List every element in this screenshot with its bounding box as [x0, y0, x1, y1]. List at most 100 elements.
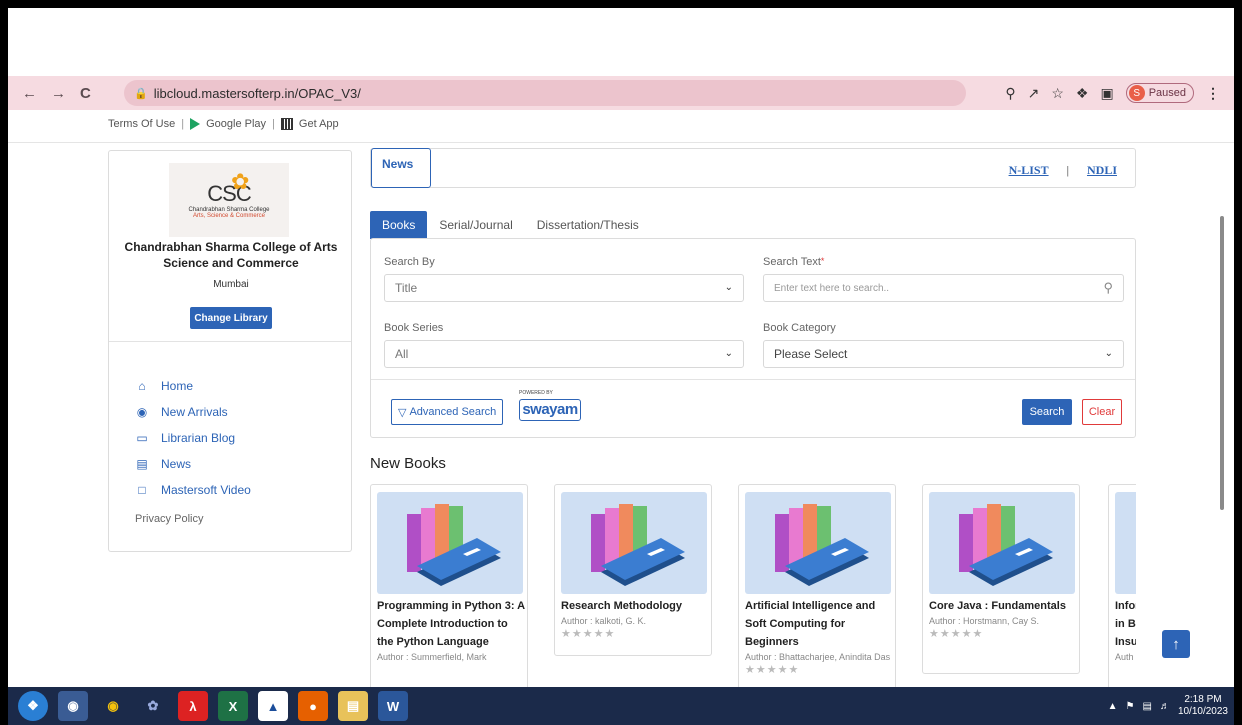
home-icon: ⌂ [138, 379, 146, 393]
news-bar: News N-LIST | NDLI [370, 148, 1136, 188]
book-title[interactable]: Core Java : Fundamentals [929, 597, 1079, 615]
divider: | [272, 118, 275, 130]
menu-kebab-icon[interactable]: ⋮ [1206, 85, 1220, 102]
sidebar-item-news[interactable]: ▤ News [135, 451, 251, 477]
sidebar-item-home[interactable]: ⌂ Home [135, 373, 251, 399]
book-title[interactable]: Information in B Insu [1115, 597, 1136, 651]
avatar: S [1128, 85, 1145, 101]
search-by-select[interactable]: Title ⌄ [384, 274, 744, 302]
privacy-policy-link[interactable]: Privacy Policy [135, 513, 203, 525]
system-tray: ▲ ⚑ ▤ ♬ 2:18 PM 10/10/2023 [1108, 687, 1228, 725]
swayam-logo[interactable]: POWERED BY swayam [517, 389, 583, 425]
profile-status: Paused [1148, 87, 1186, 99]
book-card[interactable]: Research Methodology Author : kalkoti, G… [554, 484, 712, 656]
chevron-down-icon: ⌄ [724, 282, 733, 293]
change-library-button[interactable]: Change Library [190, 307, 272, 329]
windows-taskbar: ❖ ◉ ◉ ✿ λ X ▲ ● ▤ W ▲ ⚑ ▤ ♬ 2:18 PM 10/1… [8, 687, 1234, 725]
address-bar[interactable]: 🔒 libcloud.mastersofterp.in/OPAC_V3/ [124, 80, 966, 106]
tab-serial-journal[interactable]: Serial/Journal [427, 211, 524, 239]
search-text-label: Search Text* [763, 256, 824, 268]
search-tabs: Books Serial/Journal Dissertation/Thesis [370, 211, 651, 239]
search-panel: Search By Title ⌄ Search Text* Enter tex… [370, 238, 1136, 438]
url-text: libcloud.mastersofterp.in/OPAC_V3/ [153, 85, 361, 101]
book-category-value: Please Select [774, 347, 848, 361]
zoom-icon[interactable]: ⚲ [1005, 85, 1015, 102]
share-icon[interactable]: ↗ [1028, 85, 1040, 102]
forward-arrow-icon[interactable]: → [51, 85, 66, 102]
book-title[interactable]: Research Methodology [561, 597, 711, 615]
app-icon[interactable]: ▲ [258, 691, 288, 721]
swayam-text: swayam [519, 399, 581, 421]
get-app-link[interactable]: Get App [299, 118, 339, 130]
book-cover-image [929, 492, 1075, 594]
excel-icon[interactable]: X [218, 691, 248, 721]
search-text-label-text: Search Text [763, 256, 821, 268]
rating-stars: ★★★★★ [929, 628, 984, 640]
browser-window: ← → C 🔒 libcloud.mastersofterp.in/OPAC_V… [8, 8, 1234, 687]
search-icon[interactable]: ⚲ [1103, 280, 1113, 296]
search-divider [371, 379, 1135, 380]
book-card[interactable]: Artificial Intelligence and Soft Computi… [738, 484, 896, 687]
chrome-profile-icon[interactable]: ◉ [58, 691, 88, 721]
flag-icon[interactable]: ⚑ [1126, 701, 1135, 712]
volume-muted-icon[interactable]: ♬ [1160, 701, 1170, 712]
reload-icon[interactable]: C [80, 85, 91, 102]
header-divider [8, 142, 1234, 143]
book-card[interactable]: Programming in Python 3: A Complete Intr… [370, 484, 528, 687]
clock[interactable]: 2:18 PM 10/10/2023 [1178, 694, 1228, 718]
network-icon[interactable]: ▤ [1142, 701, 1151, 712]
book-category-label: Book Category [763, 322, 836, 334]
document-icon: ▤ [136, 457, 148, 471]
word-icon[interactable]: W [378, 691, 408, 721]
back-arrow-icon[interactable]: ← [22, 85, 37, 102]
book-title[interactable]: Programming in Python 3: A Complete Intr… [377, 597, 527, 651]
search-button[interactable]: Search [1022, 399, 1072, 425]
book-series-select[interactable]: All ⌄ [384, 340, 744, 368]
page-scrollbar[interactable] [1220, 216, 1224, 510]
sidebar-item-label: Librarian Blog [161, 431, 236, 445]
profile-button[interactable]: S Paused [1125, 83, 1194, 103]
book-info: Artificial Intelligence and Soft Computi… [745, 597, 895, 677]
chrome-icon[interactable]: ◉ [98, 691, 128, 721]
sidebar-item-new-arrivals[interactable]: ◉ New Arrivals [135, 399, 251, 425]
book-category-select[interactable]: Please Select ⌄ [763, 340, 1124, 368]
paint-icon[interactable]: ✿ [138, 691, 168, 721]
book-card[interactable]: Core Java : Fundamentals Author : Horstm… [922, 484, 1080, 674]
firefox-icon[interactable]: ● [298, 691, 328, 721]
tab-books[interactable]: Books [370, 211, 428, 239]
search-placeholder: Enter text here to search.. [774, 282, 890, 294]
advanced-search-button[interactable]: ▽ Advanced Search [391, 399, 504, 425]
clear-button[interactable]: Clear [1082, 399, 1122, 425]
new-books-heading: New Books [370, 455, 446, 472]
book-cover-image [561, 492, 707, 594]
terms-link[interactable]: Terms Of Use [108, 118, 175, 130]
tray-expand-icon[interactable]: ▲ [1108, 701, 1118, 712]
divider: | [181, 118, 185, 130]
tab-dissertation-thesis[interactable]: Dissertation/Thesis [525, 211, 651, 239]
filter-icon: ▽ [398, 406, 407, 419]
advanced-search-label: Advanced Search [409, 406, 497, 418]
book-title[interactable]: Artificial Intelligence and Soft Computi… [745, 597, 895, 651]
flame-icon: ✿ [231, 169, 250, 194]
scroll-to-top-button[interactable]: ↑ [1162, 630, 1190, 658]
pdf-reader-icon[interactable]: λ [178, 691, 208, 721]
book-info: Information in B Insu Auth [1115, 597, 1136, 663]
book-card[interactable]: Information in B Insu Auth [1108, 484, 1136, 687]
sidebar-item-librarian-blog[interactable]: ▭ Librarian Blog [135, 425, 251, 451]
rating-stars: ★★★★★ [745, 664, 800, 676]
search-text-input[interactable]: Enter text here to search.. ⚲ [763, 274, 1124, 302]
google-play-link[interactable]: Google Play [206, 118, 266, 130]
sidebar-item-mastersoft-video[interactable]: □ Mastersoft Video [135, 477, 251, 503]
bookmark-star-icon[interactable]: ☆ [1051, 85, 1064, 102]
file-explorer-icon[interactable]: ▤ [338, 691, 368, 721]
side-panel-icon[interactable]: ▣ [1100, 85, 1113, 102]
divider: | [1066, 163, 1069, 177]
start-button-icon[interactable]: ❖ [18, 691, 48, 721]
panel-divider [109, 341, 351, 342]
college-city: Mumbai [213, 279, 249, 290]
ndli-link[interactable]: NDLI [1087, 163, 1117, 178]
news-tab[interactable]: News [371, 148, 431, 188]
nlist-link[interactable]: N-LIST [1009, 163, 1049, 178]
extensions-icon[interactable]: ❖ [1076, 85, 1089, 102]
sidebar-item-label: Mastersoft Video [161, 483, 251, 497]
